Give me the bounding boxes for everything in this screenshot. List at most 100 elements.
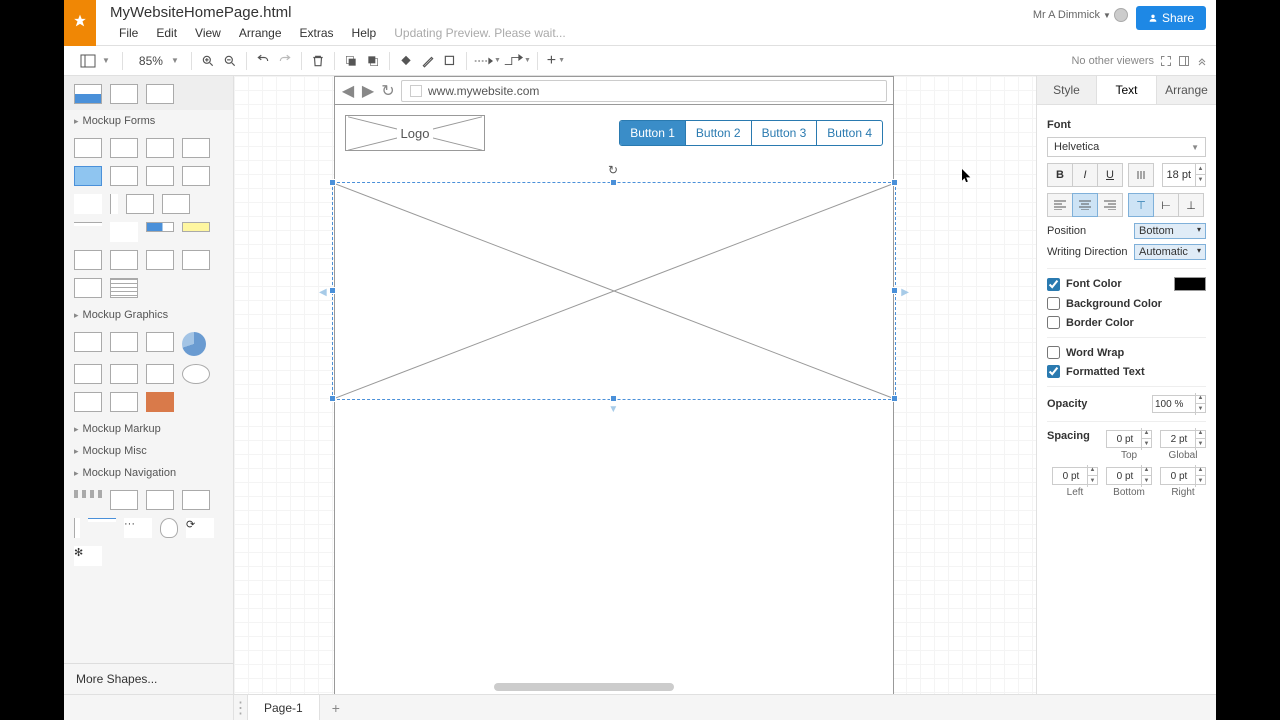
valign-bottom-button[interactable]: ⊥	[1178, 193, 1204, 217]
formatted-text-checkbox[interactable]	[1047, 365, 1060, 378]
valign-middle-button[interactable]: ⊢	[1153, 193, 1179, 217]
shape-item[interactable]	[110, 166, 138, 186]
align-left-button[interactable]	[1047, 193, 1073, 217]
category-mockup-misc[interactable]: Mockup Misc	[64, 440, 233, 462]
page-tab[interactable]: Page-1	[248, 695, 320, 720]
shape-item[interactable]	[74, 166, 102, 186]
shape-item[interactable]	[74, 84, 102, 104]
shape-item[interactable]	[110, 250, 138, 270]
app-logo[interactable]	[64, 0, 96, 46]
shape-item[interactable]	[88, 518, 116, 522]
shape-item[interactable]	[74, 518, 80, 538]
nav-button-3[interactable]: Button 3	[751, 121, 817, 145]
resize-handle[interactable]	[329, 395, 336, 402]
menu-view[interactable]: View	[186, 23, 230, 43]
category-mockup-markup[interactable]: Mockup Markup	[64, 418, 233, 440]
shape-item[interactable]	[146, 222, 174, 232]
shape-item[interactable]	[182, 166, 210, 186]
opacity-input[interactable]: 100 %▲▼	[1152, 395, 1206, 413]
shape-item[interactable]	[162, 194, 190, 214]
shape-item[interactable]	[160, 518, 178, 538]
zoom-in-icon[interactable]	[198, 51, 218, 71]
bold-button[interactable]: B	[1047, 163, 1073, 187]
edge-arrow-icon[interactable]: ◀	[319, 287, 327, 298]
shape-item[interactable]	[146, 490, 174, 510]
menu-extras[interactable]: Extras	[291, 23, 343, 43]
nav-button-2[interactable]: Button 2	[685, 121, 751, 145]
connection-icon[interactable]: ▼	[473, 51, 501, 71]
shape-item[interactable]	[146, 364, 174, 384]
shape-item[interactable]	[146, 138, 174, 158]
shape-item[interactable]	[182, 364, 210, 384]
resize-handle[interactable]	[329, 287, 336, 294]
category-mockup-navigation[interactable]: Mockup Navigation	[64, 462, 233, 484]
tab-text[interactable]: Text	[1097, 76, 1157, 104]
font-color-swatch[interactable]	[1174, 277, 1206, 291]
shape-item[interactable]	[182, 332, 206, 356]
resize-handle[interactable]	[610, 395, 617, 402]
canvas-area[interactable]: ◀ ▶ ↻ www.mywebsite.com Logo Button 1 Bu…	[234, 76, 1036, 694]
zoom-level[interactable]: 85%	[135, 54, 167, 68]
align-right-button[interactable]	[1097, 193, 1123, 217]
resize-handle[interactable]	[891, 287, 898, 294]
shape-item[interactable]	[74, 138, 102, 158]
menu-arrange[interactable]: Arrange	[230, 23, 291, 43]
url-bar[interactable]: www.mywebsite.com	[401, 80, 887, 102]
font-size-input[interactable]: 18 pt▲▼	[1162, 163, 1206, 187]
menu-help[interactable]: Help	[343, 23, 386, 43]
shape-item[interactable]	[182, 222, 210, 232]
shape-item[interactable]	[182, 250, 210, 270]
spacing-global-input[interactable]: 2 pt▲▼	[1160, 430, 1206, 448]
waypoint-icon[interactable]: ▼	[503, 51, 531, 71]
shape-item[interactable]	[146, 392, 174, 412]
underline-button[interactable]: U	[1097, 163, 1123, 187]
add-page-button[interactable]: +	[320, 700, 352, 716]
tab-arrange[interactable]: Arrange	[1157, 76, 1216, 104]
selected-shape[interactable]: ↻ ◀ ▶ ▼	[332, 182, 896, 400]
shape-item[interactable]	[146, 250, 174, 270]
nav-button-1[interactable]: Button 1	[620, 121, 685, 145]
category-mockup-graphics[interactable]: Mockup Graphics	[64, 304, 233, 326]
align-center-button[interactable]	[1072, 193, 1098, 217]
category-mockup-forms[interactable]: Mockup Forms	[64, 110, 233, 132]
menu-edit[interactable]: Edit	[147, 23, 186, 43]
spacing-bottom-input[interactable]: 0 pt▲▼	[1106, 467, 1152, 485]
to-front-icon[interactable]	[341, 51, 361, 71]
collapse-icon[interactable]	[1196, 55, 1208, 67]
shape-item[interactable]	[74, 194, 102, 214]
shadow-icon[interactable]	[440, 51, 460, 71]
shape-item[interactable]	[110, 490, 138, 510]
horizontal-scrollbar[interactable]	[294, 682, 1026, 692]
shape-item[interactable]	[74, 364, 102, 384]
page-view-icon[interactable]	[78, 51, 98, 71]
font-color-checkbox[interactable]	[1047, 278, 1060, 291]
position-select[interactable]: Bottom▾	[1134, 223, 1206, 239]
shape-item[interactable]	[74, 392, 102, 412]
bg-color-checkbox[interactable]	[1047, 297, 1060, 310]
vertical-text-button[interactable]	[1128, 163, 1154, 187]
add-icon[interactable]: +▼	[544, 51, 568, 71]
tab-style[interactable]: Style	[1037, 76, 1097, 104]
valign-top-button[interactable]: ⊤	[1128, 193, 1154, 217]
zoom-out-icon[interactable]	[220, 51, 240, 71]
shape-item[interactable]	[74, 250, 102, 270]
italic-button[interactable]: I	[1072, 163, 1098, 187]
shape-item[interactable]	[110, 194, 118, 214]
edge-arrow-icon[interactable]: ▼	[608, 404, 618, 415]
border-color-checkbox[interactable]	[1047, 316, 1060, 329]
shape-item[interactable]	[182, 490, 210, 510]
spacing-right-input[interactable]: 0 pt▲▼	[1160, 467, 1206, 485]
resize-handle[interactable]	[610, 179, 617, 186]
shape-item[interactable]: ✻	[74, 546, 102, 566]
shape-item[interactable]	[74, 278, 102, 298]
shape-item[interactable]	[110, 138, 138, 158]
spacing-top-input[interactable]: 0 pt▲▼	[1106, 430, 1152, 448]
fullscreen-icon[interactable]	[1160, 55, 1172, 67]
menu-file[interactable]: File	[110, 23, 147, 43]
document-title[interactable]: MyWebsiteHomePage.html	[110, 0, 1033, 21]
resize-handle[interactable]	[891, 179, 898, 186]
resize-handle[interactable]	[329, 179, 336, 186]
share-button[interactable]: Share	[1136, 6, 1206, 30]
word-wrap-checkbox[interactable]	[1047, 346, 1060, 359]
fill-color-icon[interactable]	[396, 51, 416, 71]
